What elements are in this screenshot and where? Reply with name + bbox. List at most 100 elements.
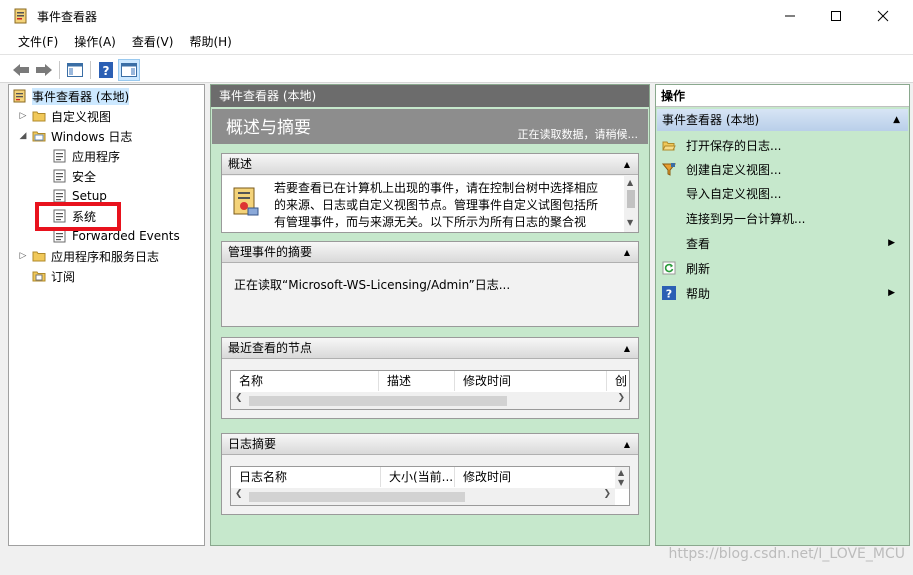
tree-item-root[interactable]: 事件查看器 (本地)	[13, 87, 130, 105]
menu-action[interactable]: 操作(A)	[66, 31, 124, 54]
minimize-button[interactable]	[767, 0, 813, 31]
back-button[interactable]	[10, 59, 32, 81]
recent-nodes-section: 最近查看的节点 ▲ 名称 描述 修改时间 创 ❮ ❯	[221, 337, 639, 419]
maximize-icon	[831, 10, 841, 21]
action-label: 刷新	[686, 261, 711, 276]
chevron-right-icon[interactable]: ▷	[17, 111, 29, 121]
menu-file[interactable]: 文件(F)	[10, 31, 66, 54]
console-tree-icon	[67, 63, 83, 77]
tree-item-label: 应用程序和服务日志	[51, 249, 160, 264]
page-title: 概述与摘要	[226, 118, 311, 138]
action-refresh[interactable]: 刷新	[656, 258, 909, 278]
event-log-icon	[233, 187, 259, 216]
collapse-caret-icon[interactable]: ▲	[893, 109, 900, 131]
action-create-custom-view[interactable]: 创建自定义视图...	[656, 159, 909, 179]
scrollbar-thumb[interactable]	[627, 190, 635, 208]
minimize-icon	[785, 15, 795, 16]
toolbar-separator	[90, 61, 91, 79]
log-icon	[53, 169, 66, 183]
close-button[interactable]	[860, 0, 906, 31]
folder-icon	[32, 111, 46, 122]
chevron-down-icon[interactable]: ◢	[17, 131, 29, 141]
menu-view[interactable]: 查看(V)	[124, 31, 182, 54]
tree-item-security-log[interactable]: 安全	[53, 167, 96, 185]
action-import-custom-view[interactable]: 导入自定义视图...	[656, 183, 909, 203]
column-header-description[interactable]: 描述	[379, 371, 455, 391]
collapse-caret-icon[interactable]: ▲	[624, 434, 630, 455]
log-summary-grid: 日志名称 大小(当前... 修改时间 ▲ ▼ ❮ ❯	[230, 466, 630, 506]
tree-item-application-log[interactable]: 应用程序	[53, 147, 120, 165]
scroll-down-icon[interactable]: ▼	[618, 478, 624, 487]
column-header-log-name[interactable]: 日志名称	[231, 467, 381, 487]
show-hide-console-tree-button[interactable]	[64, 59, 86, 81]
section-title: 管理事件的摘要	[228, 245, 313, 259]
scroll-up-icon[interactable]: ▲	[627, 178, 633, 187]
actions-group-header[interactable]: 事件查看器 (本地) ▲	[657, 109, 908, 131]
action-label: 导入自定义视图...	[686, 186, 782, 201]
log-summary-vertical-scrollbar[interactable]: ▲ ▼	[615, 467, 629, 489]
action-label: 连接到另一台计算机...	[686, 211, 806, 226]
center-pane: 事件查看器 (本地) 概述与摘要 正在读取数据，请稍候... 概述 ▲ 若要查看…	[210, 84, 650, 546]
help-toolbar-button[interactable]: ?	[95, 59, 117, 81]
log-icon	[53, 149, 66, 163]
refresh-icon	[662, 261, 676, 275]
tree-item-windows-logs[interactable]: ◢ Windows 日志	[17, 127, 133, 145]
forward-arrow-icon	[36, 64, 52, 76]
menu-help[interactable]: 帮助(H)	[181, 31, 239, 54]
folder-icon	[32, 251, 46, 262]
overview-section: 概述 ▲ 若要查看已在计算机上出现的事件，请在控制台树中选择相应 的来源、日志或…	[221, 153, 639, 233]
center-title-band: 概述与摘要 正在读取数据，请稍候...	[212, 109, 648, 144]
scroll-right-icon[interactable]: ❯	[603, 489, 611, 499]
tree-item-custom-views[interactable]: ▷ 自定义视图	[17, 107, 111, 125]
scroll-up-icon[interactable]: ▲	[618, 468, 624, 477]
scrollbar-thumb[interactable]	[249, 492, 465, 502]
collapse-caret-icon[interactable]: ▲	[624, 338, 630, 359]
subscription-icon	[32, 271, 46, 282]
recent-nodes-horizontal-scrollbar[interactable]: ❮ ❯	[231, 392, 629, 409]
help-icon: ?	[662, 286, 676, 300]
collapse-caret-icon[interactable]: ▲	[624, 242, 630, 263]
maximize-button[interactable]	[813, 0, 859, 31]
log-icon	[53, 229, 66, 243]
recent-nodes-grid: 名称 描述 修改时间 创 ❮ ❯	[230, 370, 630, 410]
action-pane-icon	[121, 63, 137, 77]
action-label: 帮助	[686, 286, 711, 301]
log-summary-section-header[interactable]: 日志摘要 ▲	[222, 434, 638, 455]
tree-item-subscriptions[interactable]: 订阅	[32, 267, 75, 285]
recent-nodes-section-header[interactable]: 最近查看的节点 ▲	[222, 338, 638, 359]
overview-section-header[interactable]: 概述 ▲	[222, 154, 638, 175]
action-connect-another-computer[interactable]: 连接到另一台计算机...	[656, 208, 909, 228]
scroll-left-icon[interactable]: ❮	[235, 393, 243, 403]
watermark-text: https://blog.csdn.net/I_LOVE_MCU	[668, 546, 905, 562]
actions-pane-header: 操作	[656, 85, 909, 107]
svg-text:?: ?	[666, 288, 672, 301]
chevron-right-icon[interactable]: ▷	[17, 251, 29, 261]
scroll-left-icon[interactable]: ❮	[235, 489, 243, 499]
log-summary-horizontal-scrollbar[interactable]: ❮ ❯	[231, 488, 615, 505]
folder-open-icon	[32, 131, 46, 142]
admin-summary-status-text: 正在读取“Microsoft-WS-Licensing/Admin”日志...	[234, 278, 511, 292]
overview-vertical-scrollbar[interactable]: ▲ ▼	[624, 176, 638, 232]
column-header-created[interactable]: 创	[607, 371, 629, 391]
action-help[interactable]: ? 帮助 ▶	[656, 283, 909, 303]
admin-events-summary-section: 管理事件的摘要 ▲ 正在读取“Microsoft-WS-Licensing/Ad…	[221, 241, 639, 327]
column-header-name[interactable]: 名称	[231, 371, 379, 391]
admin-summary-section-header[interactable]: 管理事件的摘要 ▲	[222, 242, 638, 263]
scrollbar-thumb[interactable]	[249, 396, 507, 406]
console-tree: 事件查看器 (本地) ▷ 自定义视图 ◢ Windows 日志 应用程序 安全 …	[8, 84, 205, 546]
log-icon	[53, 189, 66, 203]
action-open-saved-log[interactable]: 打开保存的日志...	[656, 135, 909, 155]
tree-item-app-service-logs[interactable]: ▷ 应用程序和服务日志	[17, 247, 159, 265]
forward-button[interactable]	[33, 59, 55, 81]
column-header-modified-time[interactable]: 修改时间	[455, 467, 605, 487]
action-view[interactable]: 查看 ▶	[656, 233, 909, 253]
column-header-modified-time[interactable]: 修改时间	[455, 371, 607, 391]
scroll-down-icon[interactable]: ▼	[627, 218, 633, 227]
column-header-size[interactable]: 大小(当前...	[381, 467, 455, 487]
collapse-caret-icon[interactable]: ▲	[624, 154, 630, 175]
folder-open-icon	[662, 141, 676, 151]
action-label: 打开保存的日志...	[686, 138, 782, 153]
log-summary-section: 日志摘要 ▲ 日志名称 大小(当前... 修改时间 ▲ ▼ ❮ ❯	[221, 433, 639, 515]
show-hide-action-pane-button[interactable]	[118, 59, 140, 81]
scroll-right-icon[interactable]: ❯	[617, 393, 625, 403]
